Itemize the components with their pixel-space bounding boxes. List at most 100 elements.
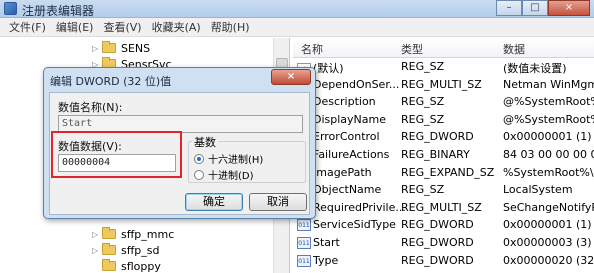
folder-icon (102, 41, 116, 53)
cancel-button[interactable]: 取消 (249, 193, 307, 211)
tree-item-label: sfloppy (121, 259, 161, 273)
value-type-cell: REG_SZ (401, 95, 445, 109)
radio-hex[interactable]: 十六进制(H) (194, 151, 263, 166)
value-data-cell: Netman WinMgmt (503, 77, 594, 91)
expand-arrow-icon[interactable]: ▷ (92, 230, 102, 239)
value-name-text: ObjectName (313, 183, 382, 197)
tree-item[interactable]: ▷ SENS (92, 40, 150, 56)
window-title: 注册表编辑器 (22, 4, 95, 18)
value-type-cell: REG_DWORD (401, 218, 474, 232)
list-row[interactable]: abDisplayNameREG_SZ@%SystemRoot%\ (293, 112, 594, 128)
menu-file[interactable]: 文件(F) (4, 19, 51, 35)
value-data-cell: (数值未设置) (503, 62, 567, 75)
value-name-text: Type (313, 253, 339, 267)
tree-item-label: sffp_mmc (121, 227, 175, 241)
regedit-icon (4, 2, 17, 15)
list-row[interactable]: abObjectNameREG_SZLocalSystem (293, 182, 594, 198)
menu-help[interactable]: 帮助(H) (206, 19, 255, 35)
value-name-cell: 011 Start (297, 236, 340, 249)
value-name-text: ImagePath (313, 165, 372, 179)
value-data-input[interactable]: 00000004 (58, 154, 176, 172)
value-name-text: DependOnSer... (313, 77, 400, 91)
value-type-cell: REG_DWORD (401, 236, 474, 249)
value-type-cell: REG_DWORD (401, 253, 474, 267)
value-name-text: Description (313, 95, 376, 109)
list-row[interactable]: abImagePathREG_EXPAND_SZ%SystemRoot%\S (293, 165, 594, 181)
tree-item-label: sffp_sd (121, 243, 160, 257)
list-row[interactable]: 011 ServiceSidType REG_DWORD 0x00000001 (1) (293, 217, 594, 233)
radio-selected-icon (194, 153, 204, 164)
close-button[interactable]: × (548, 0, 590, 16)
minimize-button[interactable]: – (496, 0, 522, 16)
value-data-label: 数值数据(V): (58, 140, 122, 153)
edit-dword-dialog: 编辑 DWORD (32 位)值 × 数值名称(N): Start 数值数据(V… (43, 67, 316, 219)
tree-item[interactable]: ▷ sffp_sd (92, 242, 160, 258)
radio-unselected-icon (194, 169, 204, 180)
list-row[interactable]: 011ErrorControlREG_DWORD0x00000001 (1) (293, 129, 594, 145)
value-name-text: Start (313, 236, 340, 249)
menu-view[interactable]: 查看(V) (98, 19, 146, 35)
value-type-cell: REG_MULTI_SZ (401, 200, 482, 214)
maximize-button[interactable]: □ (522, 0, 548, 16)
value-type-cell: REG_MULTI_SZ (401, 77, 482, 91)
tree-item[interactable]: sfloppy (92, 258, 161, 273)
list-row[interactable]: 011 Type REG_DWORD 0x00000020 (32) (293, 253, 594, 269)
radio-dec-label: 十进制(D) (208, 171, 254, 182)
value-name-text: DisplayName (313, 112, 386, 126)
title-bar: 注册表编辑器 – □ × (0, 0, 594, 18)
expand-arrow-icon[interactable]: ▷ (92, 44, 102, 53)
column-data-header[interactable]: 数据 (503, 41, 525, 57)
list-row[interactable]: 011FailureActionsREG_BINARY84 03 00 00 0… (293, 147, 594, 163)
values-list: 名称 类型 数据 ab(默认)REG_SZ(数值未设置)abDependOnSe… (293, 38, 594, 273)
value-data-cell: 84 03 00 00 00 00 (503, 148, 594, 161)
value-name-text: ErrorControl (313, 130, 380, 144)
value-type-cell: REG_SZ (401, 183, 445, 197)
binary-value-icon: 011 (297, 237, 311, 249)
expand-arrow-icon[interactable]: ▷ (92, 246, 102, 255)
menu-edit[interactable]: 编辑(E) (51, 19, 99, 35)
value-data-cell: 0x00000020 (32) (503, 253, 594, 267)
menu-favorites[interactable]: 收藏夹(A) (147, 19, 206, 35)
list-row[interactable]: abRequiredPrivile...REG_MULTI_SZSeChange… (293, 200, 594, 216)
value-type-cell: REG_EXPAND_SZ (401, 165, 495, 179)
value-name-text: ServiceSidType (313, 218, 396, 232)
value-data-cell: 0x00000001 (1) (503, 130, 592, 144)
column-type-header[interactable]: 类型 (401, 41, 423, 57)
value-data-cell: 0x00000001 (1) (503, 218, 592, 232)
value-name-cell: 011 ServiceSidType (297, 218, 396, 232)
folder-icon (102, 227, 116, 239)
value-data-cell: LocalSystem (503, 183, 573, 197)
dialog-body: 数值名称(N): Start 数值数据(V): 00000004 基数 十六进制… (49, 92, 310, 215)
folder-icon (102, 243, 116, 255)
list-row[interactable]: abDescriptionREG_SZ@%SystemRoot%\ (293, 94, 594, 110)
list-row[interactable]: 011 Start REG_DWORD 0x00000003 (3) (293, 235, 594, 251)
radio-dec[interactable]: 十进制(D) (194, 167, 254, 182)
base-label: 基数 (192, 134, 218, 150)
value-data-cell: 0x00000003 (3) (503, 236, 592, 249)
folder-icon (102, 259, 116, 271)
tree-item[interactable]: ▷ sffp_mmc (92, 226, 174, 242)
value-type-cell: REG_SZ (401, 60, 445, 73)
radio-hex-label: 十六进制(H) (208, 155, 264, 166)
value-name-text: RequiredPrivile... (313, 200, 406, 214)
value-name-label: 数值名称(N): (58, 101, 123, 114)
dialog-title: 编辑 DWORD (32 位)值 (50, 75, 172, 88)
value-type-cell: REG_SZ (401, 112, 445, 126)
list-row[interactable]: ab(默认)REG_SZ(数值未设置) (293, 59, 594, 75)
tree-item-label: SENS (121, 41, 151, 55)
ok-button[interactable]: 确定 (185, 193, 243, 211)
value-data-cell: @%SystemRoot%\ (503, 95, 594, 109)
binary-value-icon: 011 (297, 254, 311, 267)
value-type-cell: REG_BINARY (401, 148, 470, 161)
value-type-cell: REG_DWORD (401, 130, 474, 144)
dialog-close-button[interactable]: × (271, 69, 311, 85)
list-header: 名称 类型 数据 (293, 38, 594, 58)
value-name-cell: 011 Type (297, 254, 338, 267)
window-controls: – □ × (496, 0, 590, 17)
binary-value-icon: 011 (297, 219, 311, 232)
value-data-cell: @%SystemRoot%\ (503, 112, 594, 126)
menu-bar: 文件(F) 编辑(E) 查看(V) 收藏夹(A) 帮助(H) (0, 18, 594, 37)
column-name-header[interactable]: 名称 (301, 41, 323, 57)
value-data-cell: SeChangeNotifyP (503, 200, 594, 214)
list-row[interactable]: abDependOnSer...REG_MULTI_SZNetman WinMg… (293, 77, 594, 93)
